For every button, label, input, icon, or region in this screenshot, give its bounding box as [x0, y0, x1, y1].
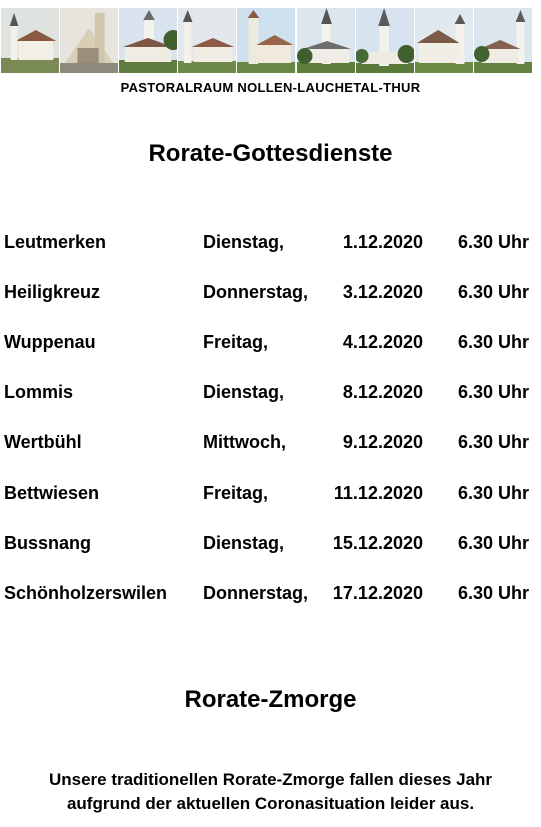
service-date: 9.12.2020 — [342, 432, 423, 452]
service-day: Dienstag, — [203, 533, 285, 553]
service-day: Dienstag, — [203, 382, 285, 402]
church-photo — [237, 8, 297, 73]
schedule-row: Lommis Dienstag, 8.12.2020 6.30 Uhr — [0, 382, 541, 406]
service-date: 1.12.2020 — [342, 232, 423, 252]
service-place: Leutmerken — [4, 232, 107, 252]
service-day: Freitag, — [203, 483, 269, 503]
service-day: Freitag, — [203, 332, 269, 352]
service-place: Bettwiesen — [4, 483, 100, 503]
service-date: 4.12.2020 — [342, 332, 423, 352]
church-photo — [296, 8, 356, 73]
schedule-row: Bettwiesen Freitag, 11.12.2020 6.30 Uhr — [0, 483, 541, 507]
service-time: 6.30 Uhr — [457, 432, 529, 452]
service-time: 6.30 Uhr — [457, 533, 529, 553]
service-date: 15.12.2020 — [332, 533, 423, 553]
church-photo — [473, 8, 532, 73]
service-place: Bussnang — [4, 533, 92, 553]
schedule-row: Wuppenau Freitag, 4.12.2020 6.30 Uhr — [0, 332, 541, 356]
church-photo — [414, 8, 474, 73]
service-day: Dienstag, — [203, 232, 285, 252]
organization-name: PASTORALRAUM NOLLEN-LAUCHETAL-THUR — [120, 80, 421, 95]
service-time: 6.30 Uhr — [457, 332, 529, 352]
service-time: 6.30 Uhr — [457, 282, 529, 302]
service-date: 3.12.2020 — [342, 282, 423, 302]
service-time: 6.30 Uhr — [457, 483, 529, 503]
schedule-row: Heiligkreuz Donnerstag, 3.12.2020 6.30 U… — [0, 282, 541, 306]
service-day: Donnerstag, — [203, 583, 309, 603]
church-photo — [355, 8, 415, 73]
church-photo — [178, 8, 238, 73]
service-place: Lommis — [4, 382, 74, 402]
note-line: Unsere traditionellen Rorate-Zmorge fall… — [48, 770, 493, 789]
service-place: Wuppenau — [4, 332, 96, 352]
service-place: Schönholzerswilen — [4, 583, 168, 603]
service-date: 11.12.2020 — [333, 483, 423, 503]
church-photo — [60, 8, 120, 73]
service-place: Heiligkreuz — [4, 282, 101, 302]
church-photo — [1, 8, 61, 73]
service-time: 6.30 Uhr — [457, 583, 529, 603]
service-time: 6.30 Uhr — [457, 232, 529, 252]
section-title: Rorate-Zmorge — [184, 686, 357, 713]
service-time: 6.30 Uhr — [457, 382, 529, 402]
service-day: Donnerstag, — [203, 282, 309, 302]
schedule-row: Bussnang Dienstag, 15.12.2020 6.30 Uhr — [0, 533, 541, 557]
schedule-row: Wertbühl Mittwoch, 9.12.2020 6.30 Uhr — [0, 432, 541, 456]
service-date: 8.12.2020 — [342, 382, 423, 402]
schedule-row: Schönholzerswilen Donnerstag, 17.12.2020… — [0, 583, 541, 607]
church-photo — [119, 8, 179, 73]
cancellation-note: Unsere traditionellen Rorate-Zmorge fall… — [0, 768, 541, 816]
service-date: 17.12.2020 — [332, 583, 423, 603]
schedule-row: Leutmerken Dienstag, 1.12.2020 6.30 Uhr — [0, 232, 541, 256]
page-title: Rorate-Gottesdienste — [148, 140, 393, 167]
note-line: aufgrund der aktuellen Coronasituation l… — [66, 794, 475, 813]
service-day: Mittwoch, — [203, 432, 286, 452]
church-photo-banner — [1, 8, 532, 73]
service-place: Wertbühl — [4, 432, 82, 452]
